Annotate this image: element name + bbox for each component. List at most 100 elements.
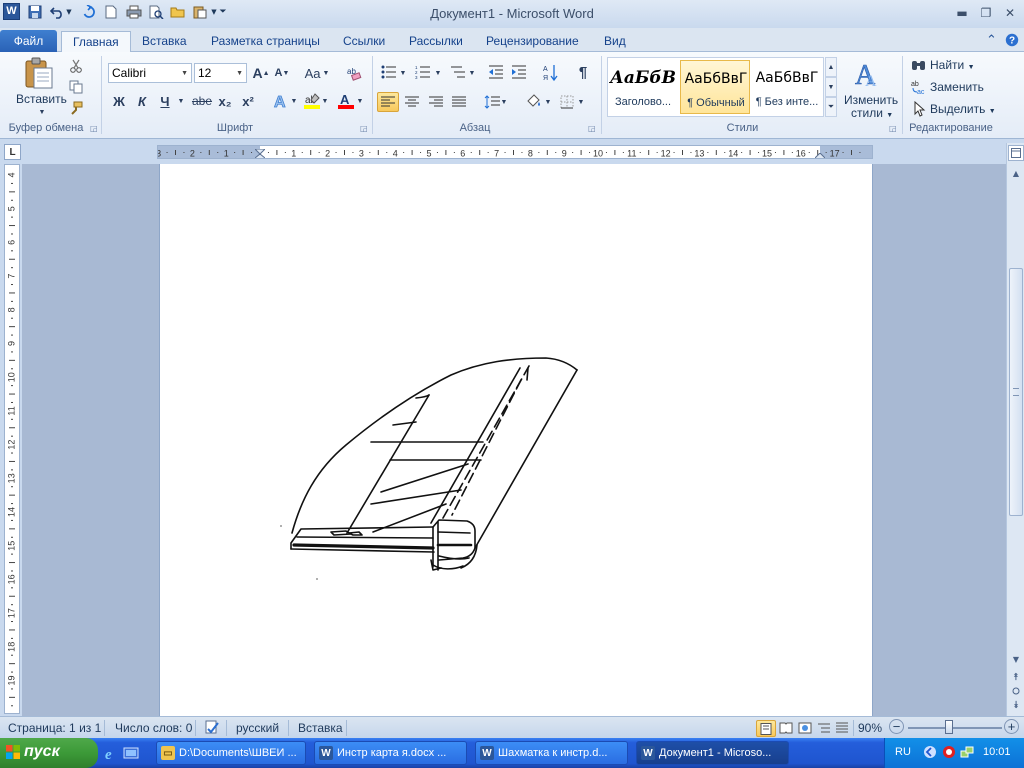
styles-more-icon[interactable]: ⏷ bbox=[825, 97, 837, 117]
styles-launcher-icon[interactable]: ◲ bbox=[889, 124, 897, 133]
line-spacing-icon[interactable] bbox=[483, 93, 501, 111]
tab-page-layout[interactable]: Разметка страницы bbox=[200, 31, 331, 52]
scroll-thumb[interactable] bbox=[1009, 268, 1023, 516]
multilevel-list-icon[interactable] bbox=[449, 64, 467, 80]
cut-icon[interactable] bbox=[68, 58, 84, 74]
zoom-slider-track[interactable] bbox=[908, 727, 1002, 729]
font-name-select[interactable]: Calibri ▼ bbox=[108, 63, 192, 83]
zoom-slider-thumb[interactable] bbox=[945, 720, 953, 734]
font-color-dropdown-icon[interactable]: ▼ bbox=[356, 97, 364, 105]
borders-dropdown-icon[interactable]: ▼ bbox=[577, 98, 585, 106]
select-button[interactable]: Выделить ▼ bbox=[930, 102, 996, 116]
next-page-icon[interactable]: ⯯ bbox=[1008, 697, 1024, 713]
sort-icon[interactable]: AЯ bbox=[542, 64, 560, 82]
print-layout-view-icon[interactable] bbox=[756, 720, 776, 737]
select-icon[interactable] bbox=[911, 101, 927, 117]
language-status[interactable]: русский bbox=[236, 721, 279, 735]
clipboard-launcher-icon[interactable]: ◲ bbox=[90, 124, 98, 133]
format-painter-icon[interactable] bbox=[68, 100, 84, 116]
clear-formatting-icon[interactable]: ab bbox=[345, 64, 363, 82]
input-language-indicator[interactable]: RU bbox=[895, 746, 911, 758]
change-case-icon[interactable]: Aa ▼ bbox=[304, 65, 330, 81]
right-indent-marker[interactable] bbox=[814, 151, 826, 158]
find-button[interactable]: Найти ▼ bbox=[930, 58, 975, 72]
full-screen-reading-icon[interactable] bbox=[779, 722, 793, 737]
decrease-indent-icon[interactable] bbox=[487, 64, 505, 80]
tab-references[interactable]: Ссылки bbox=[332, 31, 396, 52]
vertical-ruler[interactable]: 4 5 6 7 8 9 10 11 12 13 14 15 16 17 18 19 bbox=[4, 164, 20, 714]
tray-back-icon[interactable] bbox=[923, 745, 937, 762]
minimize-ribbon-icon[interactable]: ⌃ bbox=[986, 33, 997, 48]
justify-icon[interactable] bbox=[450, 93, 468, 111]
underline-dropdown-icon[interactable]: ▼ bbox=[176, 97, 186, 105]
tab-home[interactable]: Главная bbox=[61, 31, 131, 53]
numbering-dropdown-icon[interactable]: ▼ bbox=[434, 69, 442, 77]
zoom-level[interactable]: 90% bbox=[858, 721, 882, 735]
left-indent-marker[interactable] bbox=[254, 152, 266, 158]
grow-font-icon[interactable]: A ▲ bbox=[252, 65, 270, 81]
highlight-icon[interactable]: ab bbox=[302, 92, 322, 110]
borders-icon[interactable] bbox=[558, 93, 576, 111]
subscript-icon[interactable]: x₂ bbox=[216, 93, 234, 109]
underline-icon[interactable]: Ч bbox=[157, 93, 173, 109]
style-normal[interactable]: АаБбВвГ ¶ Обычный bbox=[680, 60, 750, 114]
shading-icon[interactable] bbox=[524, 92, 544, 110]
line-spacing-dropdown-icon[interactable]: ▼ bbox=[500, 98, 508, 106]
show-desktop-icon[interactable] bbox=[123, 745, 139, 761]
tab-view[interactable]: Вид bbox=[593, 31, 637, 52]
view-ruler-toggle-icon[interactable] bbox=[1008, 145, 1024, 161]
replace-icon[interactable]: ab ac bbox=[911, 79, 927, 95]
bullets-dropdown-icon[interactable]: ▼ bbox=[399, 69, 407, 77]
style-heading[interactable]: АаБбВ Заголово... bbox=[608, 60, 678, 114]
copy-icon[interactable] bbox=[68, 79, 84, 95]
web-layout-icon[interactable] bbox=[798, 722, 812, 737]
text-effects-icon[interactable]: A bbox=[271, 92, 291, 110]
increase-indent-icon[interactable] bbox=[510, 64, 528, 80]
font-launcher-icon[interactable]: ◲ bbox=[360, 124, 368, 133]
taskbar-item-document1[interactable]: W Документ1 - Microso... bbox=[636, 741, 789, 765]
font-color-icon[interactable]: A bbox=[336, 92, 356, 110]
change-styles-button[interactable]: Изменить bbox=[844, 93, 898, 107]
shading-dropdown-icon[interactable]: ▼ bbox=[544, 98, 552, 106]
zoom-in-button[interactable]: + bbox=[1004, 719, 1019, 734]
proofing-icon[interactable] bbox=[204, 720, 220, 739]
show-formatting-marks-icon[interactable]: ¶ bbox=[575, 63, 591, 81]
numbering-icon[interactable]: 123 bbox=[414, 64, 432, 80]
styles-scroll-up-icon[interactable]: ▲ bbox=[825, 57, 837, 77]
restore-button[interactable]: ❐ bbox=[975, 4, 997, 22]
multilevel-dropdown-icon[interactable]: ▼ bbox=[468, 69, 476, 77]
bullets-icon[interactable] bbox=[380, 64, 398, 80]
font-size-select[interactable]: 12 ▼ bbox=[194, 63, 247, 83]
replace-button[interactable]: Заменить bbox=[930, 80, 984, 94]
highlight-dropdown-icon[interactable]: ▼ bbox=[321, 97, 329, 105]
document-page[interactable] bbox=[159, 164, 873, 716]
tray-network-icon[interactable] bbox=[960, 745, 974, 762]
taskbar-item-shakhmatka[interactable]: W Шахматка к инстр.d... bbox=[475, 741, 628, 765]
text-effects-dropdown-icon[interactable]: ▼ bbox=[290, 97, 298, 105]
tab-selector[interactable]: L bbox=[4, 144, 21, 160]
paste-icon[interactable] bbox=[22, 56, 56, 90]
find-icon[interactable] bbox=[911, 57, 927, 73]
start-button[interactable]: пуск bbox=[0, 738, 98, 768]
draft-view-icon[interactable] bbox=[835, 722, 849, 737]
taskbar-item-instr-karta[interactable]: W Инстр карта я.docx ... bbox=[314, 741, 467, 765]
align-left-icon[interactable] bbox=[377, 92, 399, 112]
tray-antivirus-icon[interactable] bbox=[942, 745, 956, 762]
tab-mailings[interactable]: Рассылки bbox=[398, 31, 474, 52]
tab-file[interactable]: Файл bbox=[0, 30, 57, 52]
insert-mode-status[interactable]: Вставка bbox=[298, 721, 343, 735]
style-no-spacing[interactable]: АаБбВвГ ¶ Без инте... bbox=[752, 60, 822, 114]
align-right-icon[interactable] bbox=[427, 93, 445, 111]
superscript-icon[interactable]: x² bbox=[239, 93, 257, 109]
italic-icon[interactable]: К bbox=[134, 93, 150, 109]
shrink-font-icon[interactable]: A ▼ bbox=[273, 65, 291, 81]
tab-review[interactable]: Рецензирование bbox=[475, 31, 590, 52]
scroll-down-icon[interactable]: ▼ bbox=[1008, 651, 1024, 667]
outline-view-icon[interactable] bbox=[817, 722, 831, 737]
horizontal-ruler[interactable]: 3211234567891011121314151617 bbox=[157, 145, 873, 159]
minimize-button[interactable]: ▬ bbox=[951, 4, 973, 22]
paragraph-launcher-icon[interactable]: ◲ bbox=[588, 124, 596, 133]
first-line-indent-marker[interactable] bbox=[253, 146, 267, 155]
page-count-status[interactable]: Страница: 1 из 1 bbox=[8, 721, 101, 735]
vertical-scrollbar[interactable]: ▲ ▼ ⯭ ⯯ bbox=[1006, 143, 1024, 716]
